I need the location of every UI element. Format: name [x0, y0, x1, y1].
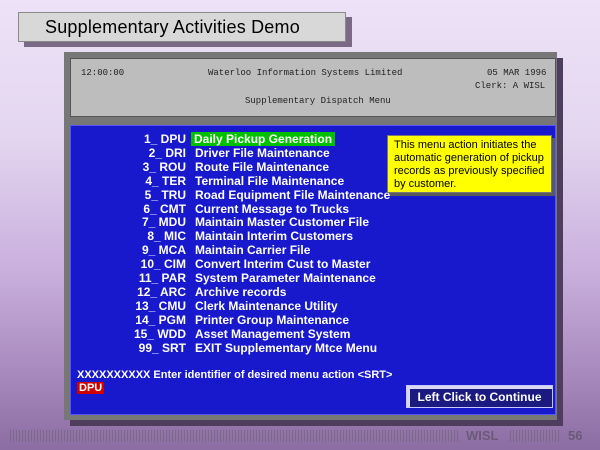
menu-item-code: 14_ PGM	[135, 312, 186, 327]
menu-item-code: 13_ CMU	[135, 298, 186, 313]
menu-item-code: 1_ DPU	[143, 132, 186, 146]
footer-barcode-left	[10, 430, 460, 442]
help-tooltip: This menu action initiates the automatic…	[387, 135, 552, 193]
command-input[interactable]: DPU	[77, 382, 105, 394]
slide-title: Supplementary Activities Demo	[45, 16, 300, 37]
tooltip-text: This menu action initiates the automatic…	[394, 139, 545, 190]
slide-footer: WISL 56	[0, 428, 600, 444]
menu-item-label: Archive records	[195, 284, 287, 299]
menu-item-code: 2_ DRI	[148, 145, 186, 160]
menu-item-code: 15_ WDD	[133, 326, 186, 341]
header-clerk: Clerk: A WISL	[475, 81, 546, 91]
menu-item-code: 5_ TRU	[144, 187, 186, 202]
footer-brand: WISL	[466, 428, 499, 443]
menu-item-label: Clerk Maintenance Utility	[195, 298, 338, 313]
menu-item-code: 6_ CMT	[143, 201, 186, 216]
header-time: 12:00:00	[81, 68, 125, 78]
menu-item-code: 7_ MDU	[141, 215, 186, 230]
menu-item-label: Maintain Master Customer File	[195, 215, 370, 230]
menu-item-label: Route File Maintenance	[195, 159, 330, 174]
menu-item-label: Printer Group Maintenance	[195, 312, 350, 327]
terminal-main-panel: 1_ DPU Daily Pickup Generation 2_ DRI Drive…	[70, 125, 556, 415]
slide-title-box: Supplementary Activities Demo	[18, 12, 346, 42]
terminal-header: 12:00:00 Waterloo Information Systems Li…	[70, 58, 556, 117]
menu-item-label: Driver File Maintenance	[195, 145, 330, 160]
menu-item-label: System Parameter Maintenance	[195, 271, 376, 285]
menu-item-label: Convert Interim Cust to Master	[195, 257, 371, 272]
menu-item-label: Asset Management System	[195, 326, 351, 341]
menu-item-code: 99_ SRT	[138, 340, 186, 355]
menu-item-label: EXIT Supplementary Mtce Menu	[195, 340, 378, 355]
menu-item-code: 11_ PAR	[138, 271, 186, 285]
menu-item-label: Road Equipment File Maintenance	[195, 187, 391, 202]
menu-item-code: 12_ ARC	[137, 284, 186, 299]
menu-item-code: 3_ ROU	[142, 159, 186, 174]
continue-button[interactable]: Left Click to Continue	[406, 385, 553, 408]
menu-item-label: Maintain Carrier File	[195, 243, 311, 258]
menu-item-label: Maintain Interim Customers	[195, 229, 354, 244]
menu-item-code: 10_ CIM	[140, 257, 186, 272]
menu-item-label: Terminal File Maintenance	[195, 173, 345, 188]
footer-barcode-right	[510, 430, 560, 442]
menu-item-code: 9_ MCA	[141, 243, 186, 258]
menu-item-code: 4_ TER	[145, 173, 186, 188]
header-company: Waterloo Information Systems Limited	[208, 68, 403, 78]
header-date: 05 MAR 1996	[487, 68, 547, 78]
menu-item-label: Daily Pickup Generation	[191, 132, 336, 146]
page-number: 56	[568, 428, 583, 443]
command-prompt: XXXXXXXXXX Enter identifier of desired m…	[77, 369, 393, 381]
header-screen-title: Supplementary Dispatch Menu	[245, 96, 391, 106]
menu-item-code: 8_ MIC	[147, 229, 186, 244]
menu-item-label: Current Message to Trucks	[195, 201, 350, 216]
